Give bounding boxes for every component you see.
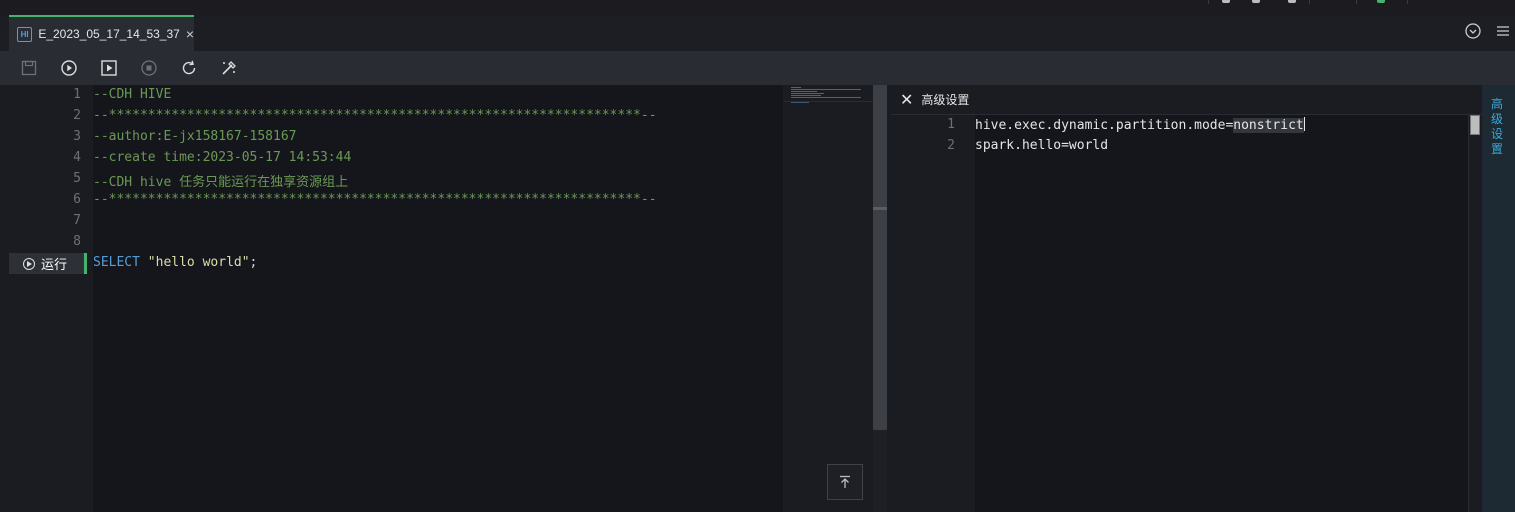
panel-title: 高级设置: [921, 93, 970, 107]
stop-icon[interactable]: [139, 58, 159, 78]
run-selected-icon[interactable]: [99, 58, 119, 78]
save-icon[interactable]: [19, 58, 39, 78]
close-tab-icon[interactable]: ×: [186, 26, 194, 42]
text-cursor: [1303, 117, 1305, 131]
editor-toolbar: [0, 51, 1515, 85]
settings-editor[interactable]: hive.exec.dynamic.partition.mode=nonstri…: [975, 115, 1468, 512]
line-number: 2: [73, 108, 81, 123]
tab-query-file[interactable]: HI E_2023_05_17_14_53_37 ×: [9, 15, 194, 51]
setting-line: spark.hello=world: [975, 138, 1109, 153]
line-number: 4: [73, 150, 81, 165]
arrow-up-to-top-icon: [840, 475, 850, 488]
minimap-line: [791, 89, 861, 90]
line-number: 1: [947, 117, 955, 132]
sql-string: "hello world": [147, 255, 250, 270]
right-side-rail: 高级设置: [1482, 85, 1515, 512]
play-circle-icon: [23, 257, 35, 270]
tab-title: E_2023_05_17_14_53_37: [38, 27, 180, 41]
code-line: --**************************************…: [93, 108, 657, 123]
minimap-line: [791, 93, 824, 94]
top-strip: [0, 0, 1515, 15]
splitter-handle[interactable]: [873, 207, 887, 210]
code-line-sql: SELECT "hello world";: [93, 255, 257, 270]
run-icon[interactable]: [59, 58, 79, 78]
ide-window: HI E_2023_05_17_14_53_37 × 1 2 3 4 5 6 7…: [0, 0, 1515, 512]
minimap-line: [791, 102, 809, 103]
hive-file-icon: HI: [17, 26, 33, 42]
run-statement-button[interactable]: 运行: [9, 253, 84, 274]
run-label: 运行: [41, 257, 68, 272]
editor-scrollbar[interactable]: [873, 85, 887, 512]
minimap-line: [791, 87, 801, 88]
line-number: 2: [947, 138, 955, 153]
code-line: --**************************************…: [93, 192, 657, 207]
sql-editor[interactable]: 1 2 3 4 5 6 7 8 运行 --CDH HIVE --********…: [9, 85, 873, 512]
chevron-circle-icon[interactable]: [1465, 23, 1481, 44]
format-icon[interactable]: [219, 58, 239, 78]
advanced-settings-rail-tab[interactable]: 高级设置: [1491, 97, 1505, 157]
code-line: --CDH HIVE: [93, 87, 172, 102]
line-number: 5: [73, 171, 81, 186]
code-line: --CDH hive 任务只能运行在独享资源组上: [93, 175, 349, 190]
top-status-icon[interactable]: [1377, 0, 1385, 3]
settings-scrollbar[interactable]: [1468, 115, 1483, 512]
setting-line: hive.exec.dynamic.partition.mode=nonstri…: [975, 117, 1305, 133]
minimap[interactable]: [783, 85, 873, 512]
line-number: 7: [73, 213, 81, 228]
advanced-settings-panel: ✕ 高级设置 1 2 hive.exec.dynamic.partition.m…: [891, 85, 1483, 512]
close-icon[interactable]: ✕: [900, 90, 913, 110]
line-number: 3: [73, 129, 81, 144]
line-gutter: 1 2 3 4 5 6 7 8 运行: [9, 85, 93, 512]
top-icon[interactable]: [1222, 0, 1230, 3]
code-line: --create time:2023-05-17 14:53:44: [93, 150, 352, 165]
scroll-to-top-button[interactable]: [827, 464, 863, 500]
scrollbar-thumb[interactable]: [1470, 115, 1480, 135]
top-icon[interactable]: [1288, 0, 1296, 3]
setting-value: nonstrict: [1233, 118, 1304, 133]
panel-header: ✕ 高级设置: [891, 85, 1482, 115]
minimap-line: [791, 95, 821, 96]
code-line: --author:E-jx158167-158167: [93, 129, 297, 144]
line-number: 1: [73, 87, 81, 102]
tab-bar: HI E_2023_05_17_14_53_37 ×: [0, 15, 1515, 51]
minimap-line: [791, 97, 861, 98]
sql-terminator: ;: [249, 255, 258, 270]
sql-keyword: SELECT: [93, 255, 140, 270]
setting-key: hive.exec.dynamic.partition.mode=: [975, 118, 1234, 133]
scrollbar-thumb[interactable]: [873, 85, 887, 430]
line-number: 8: [73, 234, 81, 249]
top-icon[interactable]: [1252, 0, 1260, 3]
code-area[interactable]: --CDH HIVE --***************************…: [93, 85, 783, 512]
refresh-icon[interactable]: [179, 58, 199, 78]
active-line-marker: [84, 253, 87, 274]
line-gutter: 1 2: [891, 115, 975, 512]
minimap-line: [791, 91, 817, 92]
hamburger-menu-icon[interactable]: [1495, 23, 1511, 44]
line-number: 6: [73, 192, 81, 207]
